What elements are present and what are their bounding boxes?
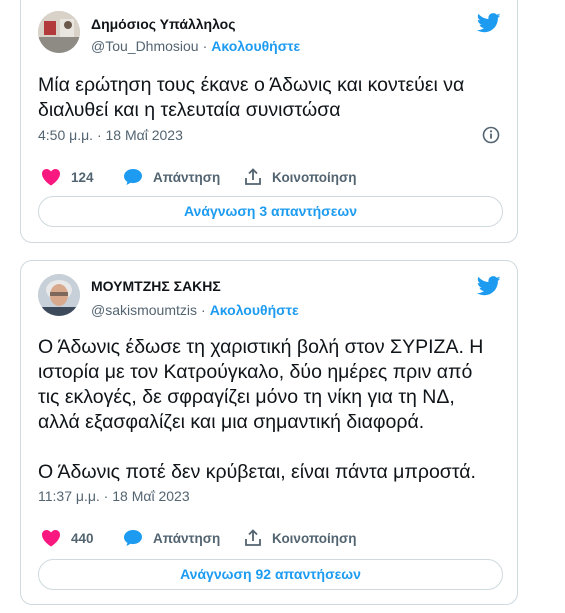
reply-label: Απάντηση [153, 169, 221, 185]
reply-button[interactable]: Απάντηση [123, 528, 220, 548]
reply-label: Απάντηση [153, 530, 221, 546]
like-count: 124 [71, 169, 94, 185]
follow-button[interactable]: Ακολουθήστε [210, 302, 299, 318]
avatar[interactable] [38, 274, 80, 316]
reply-bubble-icon [124, 530, 142, 546]
twitter-bird-icon[interactable] [477, 13, 501, 33]
handle-row: @Tou_Dhmosiou · Ακολουθήστε [91, 38, 300, 54]
avatar[interactable] [38, 11, 80, 53]
tweet-card[interactable]: ΜΟΥΜΤΖΗΣ ΣΑΚΗΣ @sakismoumtzis · Ακολουθήστ… [20, 260, 518, 605]
separator: · [201, 302, 206, 318]
share-button[interactable]: Κοινοποίηση [244, 167, 357, 187]
like-button[interactable]: 440 [41, 528, 94, 548]
twitter-bird-icon[interactable] [477, 276, 501, 296]
handle-row: @sakismoumtzis · Ακολουθήστε [91, 302, 299, 318]
reply-bubble-icon [124, 169, 142, 185]
read-replies-button[interactable]: Ανάγνωση 3 απαντήσεων [38, 196, 503, 227]
author-handle[interactable]: @Tou_Dhmosiou [91, 38, 199, 54]
like-count: 440 [71, 530, 94, 546]
read-replies-button[interactable]: Ανάγνωση 92 απαντήσεων [38, 559, 503, 590]
tweet-card[interactable]: Δημόσιος Υπάλληλος @Tou_Dhmosiou · Ακολουθ… [20, 0, 518, 243]
timestamp[interactable]: 11:37 μ.μ. · 18 Μαΐ 2023 [38, 488, 190, 504]
author-name[interactable]: Δημόσιος Υπάλληλος [91, 16, 236, 32]
share-icon [245, 529, 261, 546]
author-name[interactable]: ΜΟΥΜΤΖΗΣ ΣΑΚΗΣ [91, 278, 221, 294]
share-label: Κοινοποίηση [272, 169, 357, 185]
tweet-text: Μία ερώτηση τους έκανε ο Άδωνις και κοντ… [38, 74, 465, 121]
share-label: Κοινοποίηση [272, 530, 357, 546]
info-icon[interactable] [482, 126, 500, 144]
reply-button[interactable]: Απάντηση [123, 167, 220, 187]
like-button[interactable]: 124 [41, 167, 94, 187]
tweet-text: Ο Άδωνις έδωσε τη χαριστική βολή στον ΣΥ… [38, 336, 484, 483]
separator: · [202, 38, 208, 54]
author-handle[interactable]: @sakismoumtzis [91, 302, 197, 318]
heart-icon [42, 530, 60, 547]
follow-button[interactable]: Ακολουθήστε [211, 38, 300, 54]
share-button[interactable]: Κοινοποίηση [244, 528, 357, 548]
share-icon [245, 168, 261, 185]
heart-icon [42, 169, 60, 186]
timestamp[interactable]: 4:50 μ.μ. · 18 Μαΐ 2023 [38, 127, 183, 143]
